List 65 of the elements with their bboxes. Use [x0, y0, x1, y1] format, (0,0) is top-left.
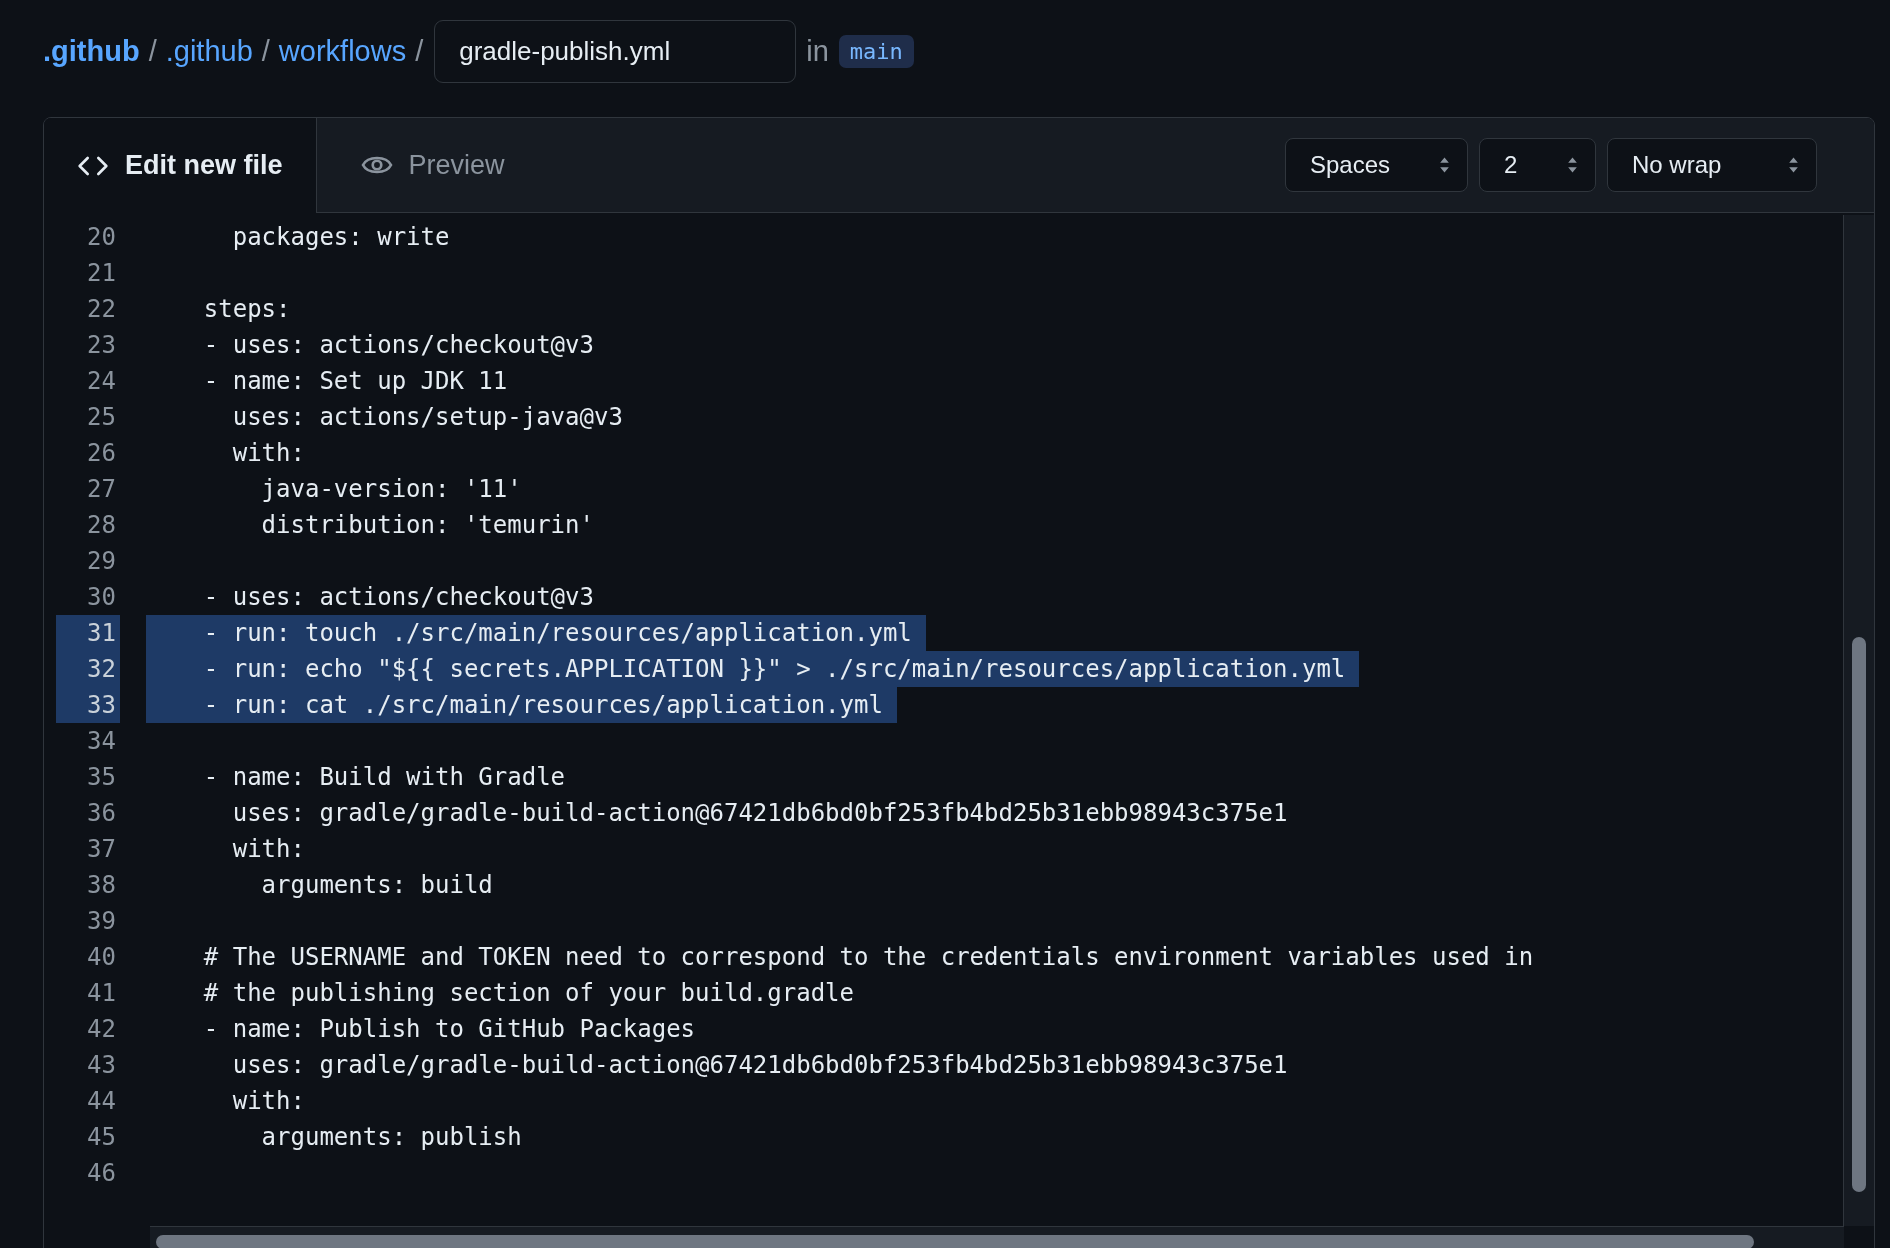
- code-line: - name: Build with Gradle: [202, 762, 567, 793]
- code-line: uses: gradle/gradle-build-action@67421db6bd0bf253fb4bd25b31ebb98943c375e1: [231, 798, 1289, 829]
- code-line: steps:: [202, 294, 292, 325]
- code-line: distribution: 'temurin': [260, 510, 595, 541]
- code-line: with:: [231, 1086, 306, 1117]
- line-number: 40: [86, 942, 117, 973]
- line-number: 21: [86, 258, 117, 289]
- sort-caret-icon: [1566, 155, 1579, 175]
- line-number: 41: [86, 978, 117, 1009]
- line-number: 32: [56, 651, 120, 687]
- line-number: 24: [86, 366, 117, 397]
- line-number: 34: [86, 726, 117, 757]
- line-number: 25: [86, 402, 117, 433]
- code-line: - uses: actions/checkout@v3: [202, 582, 595, 613]
- horizontal-scrollbar[interactable]: [150, 1226, 1844, 1248]
- code-line: arguments: publish: [260, 1122, 523, 1153]
- code-line: - name: Set up JDK 11: [202, 366, 509, 397]
- path-separator: /: [415, 35, 424, 68]
- select-dropdown[interactable]: 2: [1479, 138, 1596, 192]
- path-separator: /: [261, 35, 270, 68]
- line-number: 43: [86, 1050, 117, 1081]
- line-number: 44: [86, 1086, 117, 1117]
- line-number: 22: [86, 294, 117, 325]
- vertical-scrollbar[interactable]: [1843, 215, 1874, 1226]
- filename-field[interactable]: gradle-publish.yml: [434, 20, 797, 83]
- in-label: in: [806, 35, 829, 68]
- path-separator: /: [148, 35, 157, 68]
- sort-caret-icon: [1787, 155, 1800, 175]
- line-number: 42: [86, 1014, 117, 1045]
- code-line: # The USERNAME and TOKEN need to correspond to the credentials environment variables used in: [202, 942, 1535, 973]
- code-line: with:: [231, 834, 306, 865]
- code-line: uses: gradle/gradle-build-action@67421db6bd0bf253fb4bd25b31ebb98943c375e1: [231, 1050, 1289, 1081]
- code-line: with:: [231, 438, 306, 469]
- breadcrumb-link[interactable]: .github: [43, 35, 140, 68]
- line-number: 39: [86, 906, 117, 937]
- code-line: - uses: actions/checkout@v3: [202, 330, 595, 361]
- code-line: - name: Publish to GitHub Packages: [202, 1014, 697, 1045]
- line-number: 28: [86, 510, 117, 541]
- line-number: 33: [56, 687, 120, 723]
- line-number: 27: [86, 474, 117, 505]
- line-number: 37: [86, 834, 117, 865]
- code-line: arguments: build: [260, 870, 494, 901]
- breadcrumb-link[interactable]: workflows: [278, 35, 407, 68]
- select-dropdown[interactable]: No wrap: [1607, 138, 1817, 192]
- line-number: 30: [86, 582, 117, 613]
- sort-caret-icon: [1438, 155, 1451, 175]
- line-number: 26: [86, 438, 117, 469]
- line-number: 35: [86, 762, 117, 793]
- select-dropdown[interactable]: Spaces: [1285, 138, 1468, 192]
- line-number: 20: [86, 222, 117, 253]
- code-line: packages: write: [231, 222, 451, 253]
- line-number: 29: [86, 546, 117, 577]
- editor-tab[interactable]: Preview: [316, 118, 538, 213]
- branch-label: main: [838, 35, 914, 68]
- breadcrumb-link[interactable]: .github: [165, 35, 253, 68]
- code-line: uses: actions/setup-java@v3: [231, 402, 624, 433]
- line-number: 23: [86, 330, 117, 361]
- line-number: 31: [56, 615, 120, 651]
- code-line: java-version: '11': [260, 474, 523, 505]
- line-number: 38: [86, 870, 117, 901]
- line-number: 46: [86, 1158, 117, 1189]
- editor-tab[interactable]: Edit new file: [44, 118, 317, 213]
- code-line: # the publishing section of your build.gradle: [202, 978, 855, 1009]
- line-number: 45: [86, 1122, 117, 1153]
- line-number: 36: [86, 798, 117, 829]
